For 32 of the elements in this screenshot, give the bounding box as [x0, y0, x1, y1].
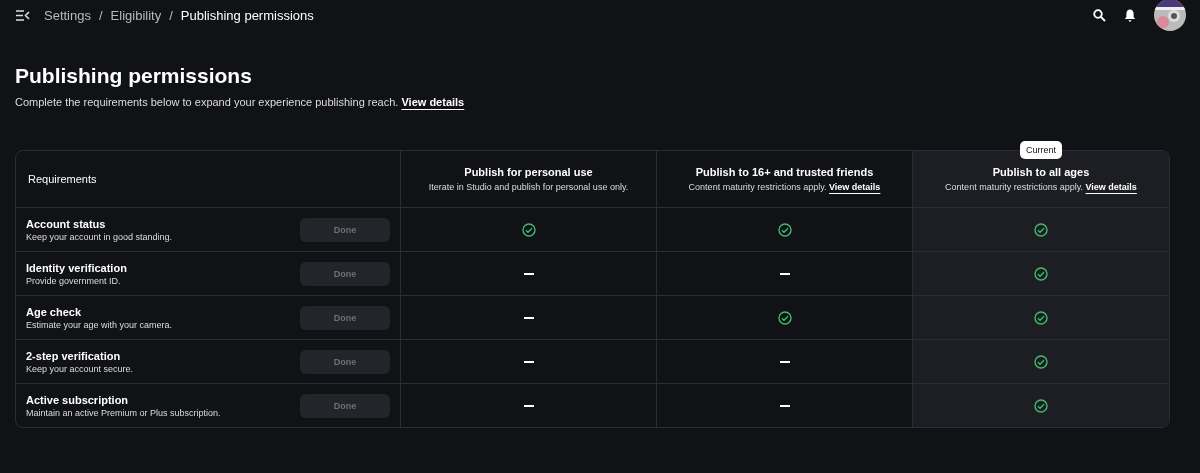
column-subtitle: Iterate in Studio and publish for personal use only.: [428, 182, 629, 192]
requirement-title: 2-step verification: [26, 349, 122, 362]
requirement-title: Identity verification: [26, 261, 127, 274]
requirement-title: Age check: [26, 305, 83, 318]
breadcrumb-separator: /: [169, 7, 173, 23]
requirement-title: Active subscription: [26, 393, 130, 406]
page-title: Publishing permissions: [15, 64, 253, 88]
breadcrumb-separator: /: [99, 7, 103, 23]
current-badge: Current: [1020, 141, 1062, 159]
view-details-link[interactable]: View details: [401, 96, 465, 108]
requirement-title: Account status: [26, 217, 107, 230]
view-details-link[interactable]: View details: [1085, 182, 1137, 192]
requirement-description: Provide government ID.: [26, 275, 122, 286]
column-subtitle: Content maturity restrictions apply.: [688, 182, 827, 192]
breadcrumb-link[interactable]: Eligibility: [110, 7, 162, 23]
breadcrumb-link[interactable]: Publishing permissions: [180, 7, 314, 23]
menu-icon[interactable]: [16, 9, 30, 21]
search-icon[interactable]: [1093, 8, 1106, 22]
page-description: Complete the requirements below to expand your experience publishing reach.: [15, 96, 399, 108]
requirement-description: Keep your account secure.: [26, 363, 134, 374]
column-subtitle: Content maturity restrictions apply.: [945, 182, 1083, 192]
requirement-description: Keep your account in good standing.: [26, 231, 173, 242]
avatar[interactable]: [1154, 0, 1186, 31]
requirement-description: Estimate your age with your camera.: [26, 319, 173, 330]
column-title: Publish to 16+ and trusted friends: [695, 166, 874, 178]
column-header: Requirements: [27, 173, 97, 185]
column-title: Publish to all ages: [992, 166, 1090, 178]
breadcrumb-link[interactable]: Settings: [44, 7, 91, 23]
column-title: Publish for personal use: [464, 166, 593, 178]
requirement-description: Maintain an active Premium or Plus subscription.: [26, 407, 221, 418]
view-details-link[interactable]: View details: [829, 182, 881, 192]
bell-icon[interactable]: [1124, 8, 1136, 22]
